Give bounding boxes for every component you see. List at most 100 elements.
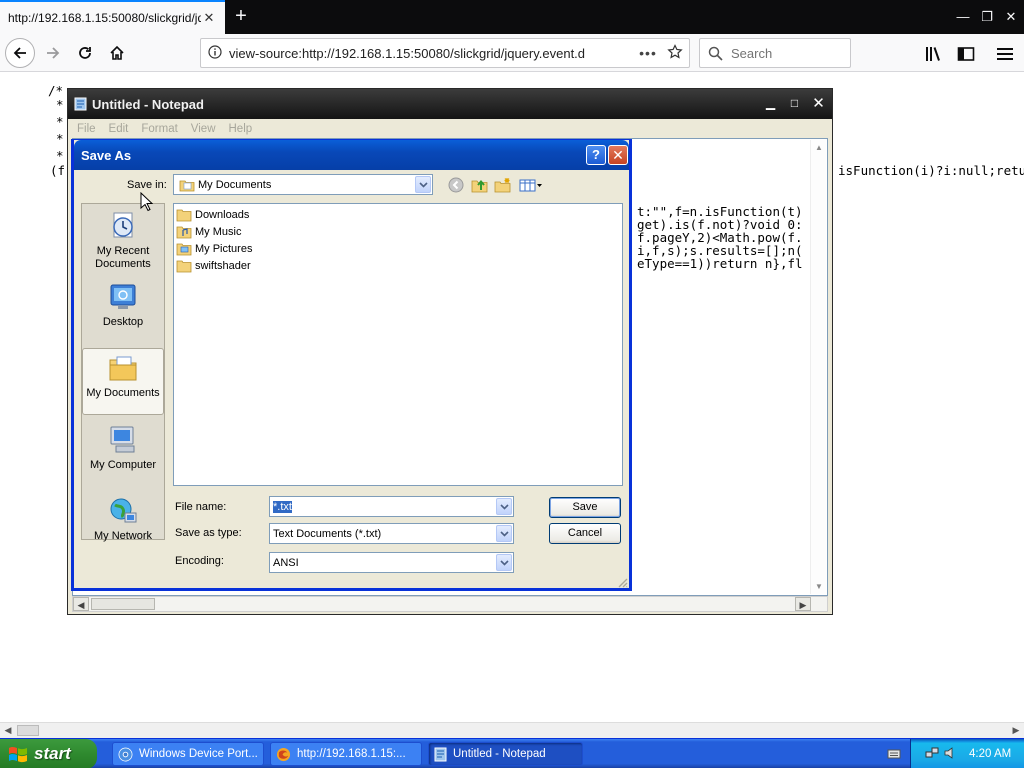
scroll-right-icon[interactable]: ▶ [795,597,811,611]
save-as-type-dropdown[interactable]: Text Documents (*.txt) [269,523,514,544]
info-icon[interactable] [201,44,229,62]
up-folder-icon[interactable] [471,176,489,194]
keyboard-icon[interactable] [887,748,901,763]
scroll-thumb[interactable] [91,598,155,610]
file-name: My Music [195,225,242,238]
file-name-value: *.txt [270,500,496,513]
url-bar[interactable]: view-source:http://192.168.1.15:50080/sl… [200,38,690,68]
home-button[interactable] [102,38,132,68]
save-in-dropdown[interactable]: My Documents [173,174,433,195]
cancel-button[interactable]: Cancel [549,523,621,544]
close-icon[interactable]: ✕ [808,94,829,115]
menu-format[interactable]: Format [141,123,177,135]
page-actions-icon[interactable]: ••• [635,45,661,61]
list-item-swiftshader[interactable]: swiftshader [176,257,251,274]
music-folder-icon [176,226,192,238]
place-my-computer[interactable]: My Computer [82,424,164,472]
url-text[interactable]: view-source:http://192.168.1.15:50080/sl… [229,46,635,61]
scroll-thumb[interactable] [17,725,39,736]
scroll-left-icon[interactable]: ◀ [73,597,89,611]
chevron-down-icon[interactable] [496,498,512,515]
menu-file[interactable]: File [77,123,96,135]
mouse-cursor-icon [140,192,153,212]
resize-grip-icon[interactable] [617,577,628,588]
sidebar-icon[interactable] [956,44,976,64]
file-name-label: File name: [175,501,227,513]
start-button[interactable]: start [0,739,97,768]
search-placeholder: Search [731,45,773,61]
close-window-icon[interactable]: ✕ [1000,6,1022,28]
list-item-downloads[interactable]: Downloads [176,206,249,223]
library-icon[interactable] [924,44,944,64]
chrome-browser-icon [118,747,133,761]
windows-logo-icon [9,747,27,763]
save-as-titlebar[interactable]: Save As ? ✕ [74,140,629,170]
notepad-titlebar[interactable]: Untitled - Notepad ▁ □ ✕ [68,89,832,119]
home-icon [110,45,124,60]
minimize-icon[interactable]: — [952,6,974,28]
place-desktop[interactable]: Desktop [82,281,164,329]
menu-view[interactable]: View [191,123,216,135]
menu-edit[interactable]: Edit [109,123,129,135]
encoding-dropdown[interactable]: ANSI [269,552,514,573]
notepad-app-icon [74,97,87,111]
list-item-my-pictures[interactable]: My Pictures [176,240,252,257]
close-icon[interactable]: ✕ [608,145,628,165]
restore-icon[interactable]: ❐ [976,6,998,28]
views-menu-icon[interactable] [518,176,544,194]
browser-toolbar: view-source:http://192.168.1.15:50080/sl… [0,34,1024,72]
search-bar[interactable]: Search [699,38,851,68]
new-folder-icon[interactable] [494,176,512,194]
back-button[interactable] [5,38,35,68]
my-computer-icon [110,426,135,453]
chevron-down-icon[interactable] [496,554,512,571]
place-my-recent-documents[interactable]: My Recent Documents [82,210,164,271]
task-label: http://192.168.1.15:... [297,748,406,760]
chevron-down-icon[interactable] [496,525,512,542]
task-windows-device-portal[interactable]: Windows Device Port... [112,742,264,766]
tray-volume-icon[interactable] [943,746,957,760]
reload-button[interactable] [70,38,100,68]
list-item-my-music[interactable]: My Music [176,223,241,240]
notepad-horizontal-scrollbar[interactable]: ◀ ▶ [72,596,828,612]
source-comment-line: * [56,148,64,163]
help-icon[interactable]: ? [586,145,606,165]
save-in-value: My Documents [198,178,272,191]
task-label: Untitled - Notepad [453,748,546,760]
chevron-down-icon[interactable] [415,176,431,193]
tray-network-icon[interactable] [925,746,939,760]
my-documents-icon [109,356,137,381]
source-comment-line: * [56,97,64,112]
place-my-network[interactable]: My Network [82,495,164,543]
file-name-field[interactable]: *.txt [269,496,514,517]
minimize-icon[interactable]: ▁ [760,94,781,115]
new-tab-icon[interactable]: + [230,5,252,27]
scroll-up-icon[interactable]: ▲ [815,143,823,152]
notepad-vertical-scrollbar[interactable]: ▲ ▼ [810,140,826,594]
task-firefox[interactable]: http://192.168.1.15:... [270,742,422,766]
my-documents-small-icon [179,180,195,191]
forward-button[interactable] [38,38,68,68]
menu-help[interactable]: Help [229,123,253,135]
scroll-left-icon[interactable]: ◀ [0,723,16,738]
notepad-menubar: File Edit Format View Help [71,119,829,138]
file-list[interactable]: Downloads My Music My Pictures swiftshad… [173,203,623,486]
task-label: Windows Device Port... [139,748,258,760]
pictures-folder-icon [176,243,192,255]
scroll-down-icon[interactable]: ▼ [815,582,823,591]
close-tab-icon[interactable]: ✕ [201,10,217,26]
scroll-right-icon[interactable]: ▶ [1008,723,1024,738]
bookmark-star-icon[interactable] [661,43,689,63]
forward-arrow-icon [47,47,60,59]
save-as-title: Save As [81,147,132,163]
browser-tab[interactable]: http://192.168.1.15:50080/slickgrid/jq ✕ [0,0,225,34]
save-button[interactable]: Save [549,497,621,518]
maximize-icon[interactable]: □ [784,94,805,115]
back-arrow-icon[interactable] [447,176,465,194]
place-my-documents[interactable]: My Documents [82,348,164,415]
save-in-label: Save in: [127,179,167,191]
page-horizontal-scrollbar[interactable]: ◀ ▶ [0,722,1024,738]
task-notepad[interactable]: Untitled - Notepad [428,742,583,766]
my-network-icon [110,498,137,523]
menu-hamburger-icon[interactable] [995,44,1015,64]
